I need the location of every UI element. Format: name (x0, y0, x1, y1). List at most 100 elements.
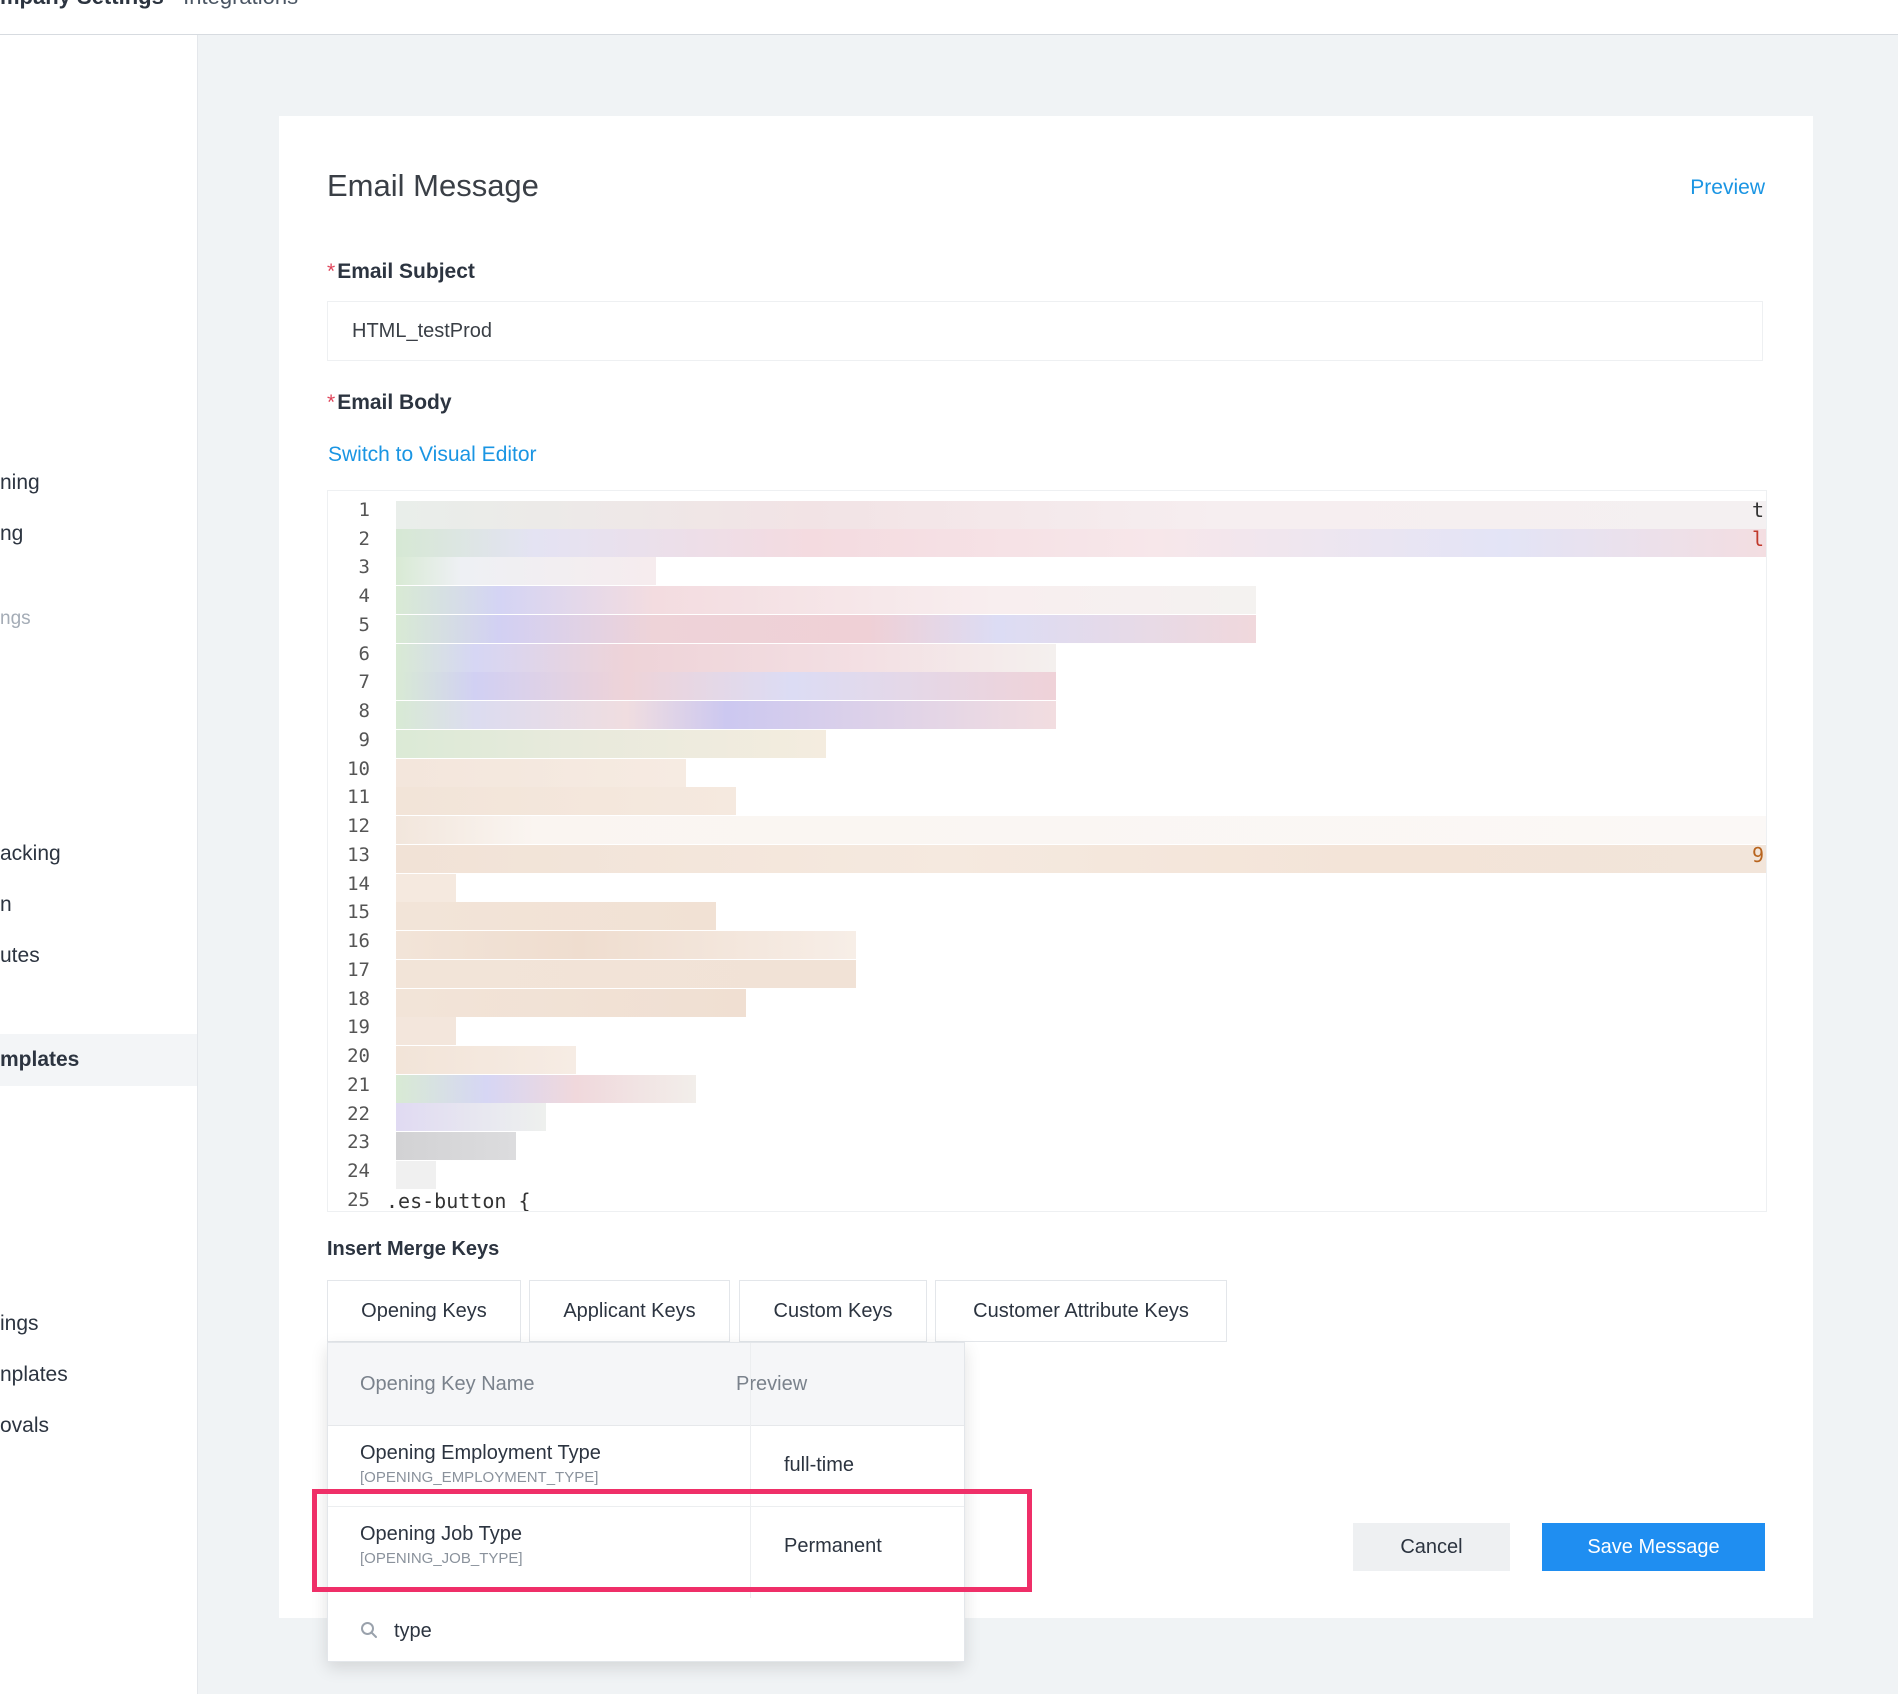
obscured-code-line (396, 730, 826, 758)
obscured-code-line (396, 845, 1766, 873)
cancel-button[interactable]: Cancel (1353, 1523, 1510, 1571)
line-number: 3 (358, 556, 370, 578)
page-title: Email Message (327, 168, 539, 203)
line-number: 24 (347, 1160, 370, 1182)
breadcrumb-separator: · (170, 0, 177, 9)
obscured-code-line (396, 644, 1056, 672)
line-number: 21 (347, 1074, 370, 1096)
code-edge-char: l (1751, 527, 1764, 551)
merge-key-row[interactable]: Opening Employment Type [OPENING_EMPLOYM… (328, 1426, 964, 1507)
line-number: 15 (347, 901, 370, 923)
obscured-code-line (396, 1103, 546, 1131)
dropdown-header: Opening Key Name Preview (328, 1343, 964, 1426)
obscured-code-line (396, 759, 686, 787)
line-number: 10 (347, 758, 370, 780)
tab-opening-keys[interactable]: Opening Keys (327, 1280, 521, 1342)
switch-to-visual-editor-link[interactable]: Switch to Visual Editor (328, 443, 537, 467)
obscured-code-line (396, 1075, 696, 1103)
merge-key-search-input[interactable] (392, 1613, 936, 1649)
sidebar-item-8[interactable]: ovals (0, 1414, 49, 1438)
breadcrumb-company-settings[interactable]: mpany Settings (0, 0, 164, 9)
tab-custom-keys[interactable]: Custom Keys (739, 1280, 927, 1342)
obscured-code-line (396, 586, 1256, 614)
sidebar-item-6[interactable]: ings (0, 1312, 39, 1336)
line-number: 20 (347, 1045, 370, 1067)
sidebar-item-email-templates[interactable]: mplates (0, 1034, 197, 1086)
obscured-code-line (396, 529, 1766, 557)
line-number: 11 (347, 786, 370, 808)
merge-key-preview: full-time (784, 1454, 855, 1476)
obscured-code-line (396, 1017, 456, 1045)
top-bar: mpany Settings · Integrations (0, 0, 1898, 35)
line-number: 5 (358, 614, 370, 636)
obscured-code-line (396, 1132, 516, 1160)
sidebar-item-4[interactable]: n (0, 893, 12, 917)
line-number: 4 (358, 585, 370, 607)
obscured-code-line (396, 501, 1766, 529)
code-line-25: .es-button { (386, 1189, 531, 1212)
line-number: 2 (358, 528, 370, 550)
opening-keys-dropdown: Opening Key Name Preview Opening Employm… (327, 1342, 965, 1662)
tab-applicant-keys[interactable]: Applicant Keys (529, 1280, 730, 1342)
obscured-code-line (396, 989, 746, 1017)
merge-key-row[interactable]: Opening Job Type [OPENING_JOB_TYPE] Perm… (328, 1507, 964, 1588)
line-number: 18 (347, 988, 370, 1010)
line-number: 7 (358, 671, 370, 693)
code-editor[interactable]: 1 2 3 4 5 6 7 8 9 10 11 12 13 14 15 16 1… (327, 490, 1767, 1212)
merge-key-token: [OPENING_EMPLOYMENT_TYPE] (360, 1469, 599, 1486)
obscured-code-line (396, 960, 856, 988)
line-number: 19 (347, 1016, 370, 1038)
email-subject-input[interactable] (327, 301, 1763, 361)
merge-key-name: Opening Job Type (360, 1523, 522, 1545)
insert-merge-keys-label: Insert Merge Keys (327, 1238, 500, 1260)
email-body-label-text: Email Body (337, 391, 452, 414)
sidebar-item-3[interactable]: acking (0, 842, 61, 866)
line-number: 1 (358, 499, 370, 521)
email-subject-label-text: Email Subject (337, 260, 475, 283)
line-number: 13 (347, 844, 370, 866)
code-edge-char: t (1751, 498, 1764, 522)
sidebar-item-5[interactable]: utes (0, 944, 40, 968)
sidebar-item-2[interactable]: ng (0, 522, 23, 546)
line-number: 17 (347, 959, 370, 981)
search-icon (361, 1622, 377, 1638)
line-number: 16 (347, 930, 370, 952)
line-number: 6 (358, 643, 370, 665)
required-mark: * (327, 260, 336, 283)
line-number: 9 (358, 729, 370, 751)
line-number: 8 (358, 700, 370, 722)
line-number: 14 (347, 873, 370, 895)
obscured-code-line (396, 1161, 436, 1189)
line-number-gutter: 1 2 3 4 5 6 7 8 9 10 11 12 13 14 15 16 1… (328, 491, 378, 1211)
merge-key-token: [OPENING_JOB_TYPE] (360, 1550, 523, 1567)
obscured-code-line (396, 931, 856, 959)
required-mark: * (327, 391, 336, 414)
code-edge-char: 9 (1751, 843, 1764, 867)
merge-key-preview: Permanent (784, 1535, 882, 1557)
email-subject-label: *Email Subject (327, 260, 475, 284)
column-header-preview: Preview (736, 1373, 808, 1395)
sidebar-section-heading: ngs (0, 608, 31, 629)
obscured-code-line (396, 615, 1256, 643)
breadcrumb-integrations: Integrations (183, 0, 298, 9)
obscured-code-line (396, 902, 716, 930)
obscured-code-line (396, 787, 736, 815)
email-body-label: *Email Body (327, 391, 452, 415)
line-number: 23 (347, 1131, 370, 1153)
dropdown-search (328, 1599, 964, 1661)
sidebar: ning ng ngs acking n utes mplates ings n… (0, 35, 198, 1694)
merge-key-name: Opening Employment Type (360, 1442, 601, 1464)
line-number: 25 (347, 1189, 370, 1211)
line-number: 22 (347, 1103, 370, 1125)
save-message-button[interactable]: Save Message (1542, 1523, 1765, 1571)
obscured-code-line (396, 874, 456, 902)
obscured-code-line (396, 672, 1056, 700)
breadcrumb: mpany Settings · Integrations (0, 0, 298, 10)
preview-link[interactable]: Preview (1690, 176, 1765, 200)
sidebar-item-7[interactable]: nplates (0, 1363, 68, 1387)
tab-customer-attribute-keys[interactable]: Customer Attribute Keys (935, 1280, 1227, 1342)
obscured-code-line (396, 816, 1766, 844)
column-header-key-name: Opening Key Name (360, 1373, 535, 1395)
obscured-code-line (396, 1046, 576, 1074)
sidebar-item-1[interactable]: ning (0, 471, 40, 495)
